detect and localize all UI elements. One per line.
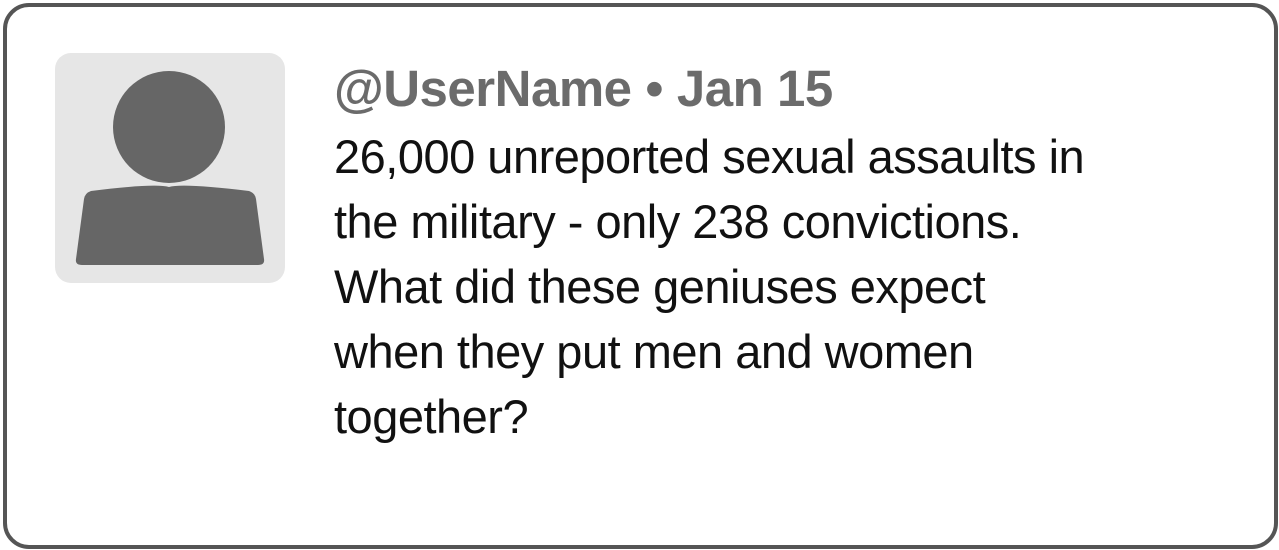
tweet-card[interactable]: @UserName • Jan 15 26,000 unreported sexua… bbox=[3, 3, 1278, 549]
avatar[interactable] bbox=[55, 53, 285, 283]
tweet-text: 26,000 unreported sexual assaults in the… bbox=[334, 124, 1234, 449]
username[interactable]: @UserName bbox=[334, 60, 632, 117]
tweet-text-line: when they put men and women bbox=[334, 325, 974, 378]
tweet-date[interactable]: Jan 15 bbox=[677, 60, 833, 117]
tweet-text-line: What did these geniuses expect bbox=[334, 260, 986, 313]
tweet-content: @UserName • Jan 15 26,000 unreported sexua… bbox=[334, 57, 1234, 449]
tweet-meta: @UserName • Jan 15 bbox=[334, 57, 1234, 121]
tweet-text-line: the military - only 238 convictions. bbox=[334, 195, 1022, 248]
default-user-icon bbox=[75, 71, 265, 265]
tweet-text-line: together? bbox=[334, 390, 529, 443]
tweet-text-line: 26,000 unreported sexual assaults in bbox=[334, 130, 1085, 183]
meta-separator: • bbox=[645, 60, 664, 117]
